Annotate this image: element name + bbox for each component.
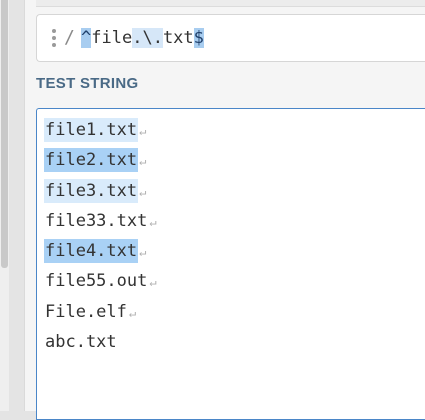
match-highlight: file3.txt xyxy=(44,178,139,203)
line-text: abc.txt xyxy=(45,332,117,353)
regex-token-end-anchor: $ xyxy=(193,28,204,48)
page-scrollbar[interactable] xyxy=(0,0,9,411)
test-string-line: file55.out ↵ xyxy=(44,269,157,299)
regex-token-extension: txt xyxy=(162,28,194,48)
match-highlight: file1.txt xyxy=(44,118,139,142)
test-string-line: File.elf ↵ xyxy=(44,300,157,330)
test-string-line: file4.txt ↵ xyxy=(44,239,157,269)
regex-panel: / ^file.\.txt$ TEST STRING file1.txt ↵ fil… xyxy=(24,0,425,420)
page-scrollbar-thumb[interactable] xyxy=(1,0,8,268)
newline-icon: ↵ xyxy=(128,305,137,320)
test-string-line: file33.txt ↵ xyxy=(44,209,157,239)
line-text: file33.txt xyxy=(45,210,148,231)
test-string-line: file1.txt ↵ xyxy=(44,118,157,148)
match-highlight: file2.txt xyxy=(44,148,139,173)
test-string-line: file2.txt ↵ xyxy=(44,148,157,178)
test-string-line: file3.txt ↵ xyxy=(44,178,157,209)
regex-input-bar[interactable]: / ^file.\.txt$ xyxy=(36,14,425,62)
newline-icon: ↵ xyxy=(139,124,147,138)
line-text: File.elf xyxy=(45,301,127,322)
regex-token-literal: file xyxy=(91,28,133,48)
regex-delimiter: / xyxy=(64,27,75,48)
test-string-lines: file1.txt ↵ file2.txt ↵ file3.txt ↵ file33.txt… xyxy=(44,118,157,360)
regex-token-start-anchor: ^ xyxy=(81,28,92,48)
top-divider xyxy=(36,0,425,7)
newline-icon: ↵ xyxy=(139,154,147,169)
newline-icon: ↵ xyxy=(149,214,157,229)
test-string-editor[interactable]: file1.txt ↵ file2.txt ↵ file3.txt ↵ file33.txt… xyxy=(36,108,425,420)
test-string-line: abc.txt xyxy=(44,330,157,360)
newline-icon: ↵ xyxy=(149,275,157,290)
test-string-heading: TEST STRING xyxy=(36,75,139,92)
regex-token-any-char: . xyxy=(132,28,143,48)
line-text: file55.out xyxy=(45,271,148,292)
newline-icon: ↵ xyxy=(139,184,147,199)
newline-icon: ↵ xyxy=(139,245,147,260)
regex-token-escaped-dot: \. xyxy=(142,28,163,48)
regex-expression[interactable]: ^file.\.txt$ xyxy=(81,27,204,49)
flags-menu-icon[interactable] xyxy=(52,29,56,47)
match-highlight: file4.txt xyxy=(44,239,139,264)
